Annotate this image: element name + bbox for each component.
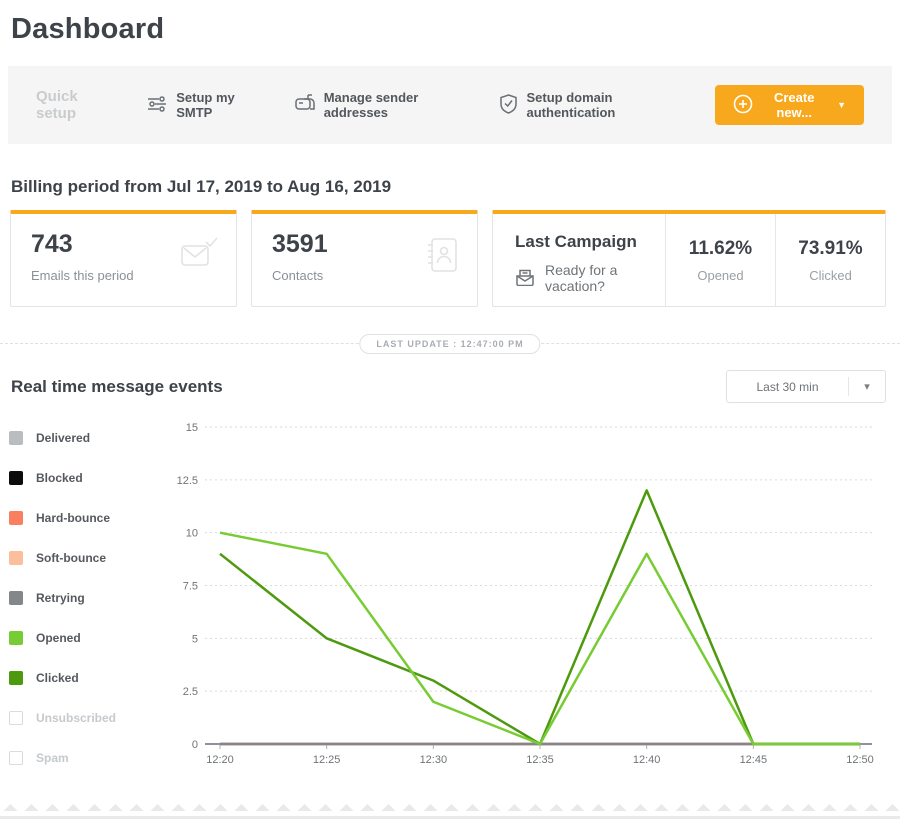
manage-sender-addresses-label: Manage sender addresses [324, 90, 463, 120]
setup-domain-authentication-link[interactable]: Setup domain authentication [499, 90, 680, 120]
realtime-events-title: Real time message events [11, 377, 223, 397]
create-new-button[interactable]: Create new... ▼ [715, 85, 864, 125]
time-range-value: Last 30 min [727, 380, 848, 394]
setup-smtp-link[interactable]: Setup my SMTP [147, 90, 258, 120]
shield-check-icon [499, 94, 518, 117]
legend-item-blocked[interactable]: Blocked [9, 471, 170, 485]
legend-item-opened[interactable]: Opened [9, 631, 170, 645]
opened-stat: 11.62% Opened [665, 214, 775, 306]
clicked-stat: 73.91% Clicked [775, 214, 885, 306]
contacts-card: 3591 Contacts [251, 210, 478, 307]
legend-item-spam[interactable]: Spam [9, 751, 170, 765]
last-campaign-name[interactable]: Ready for a vacation? [545, 262, 655, 294]
emails-card: 743 Emails this period [10, 210, 237, 307]
events-chart: 0 2.5 5 7.5 10 12.5 15 12:20 12:25 12:30 12:35 12:4… [170, 417, 892, 769]
setup-smtp-label: Setup my SMTP [176, 90, 258, 120]
legend-swatch [9, 751, 23, 765]
svg-text:10: 10 [186, 528, 198, 540]
legend-swatch [9, 631, 23, 645]
last-update-badge: LAST UPDATE : 12:47:00 PM [359, 334, 540, 354]
opened-label: Opened [697, 268, 743, 283]
chevron-down-icon: ▼ [837, 100, 846, 110]
svg-text:12:30: 12:30 [420, 754, 448, 766]
last-campaign-card: Last Campaign Ready for a vacation? 11.6… [492, 210, 886, 307]
legend-swatch [9, 511, 23, 525]
contacts-book-icon [425, 236, 461, 279]
legend-label: Blocked [36, 471, 83, 485]
clicked-value: 73.91% [798, 238, 862, 260]
svg-text:12:50: 12:50 [846, 754, 874, 766]
legend-item-soft-bounce[interactable]: Soft-bounce [9, 551, 170, 565]
quick-setup-label: Quick setup [36, 88, 111, 122]
create-new-label: Create new... [762, 90, 826, 120]
setup-domain-authentication-label: Setup domain authentication [527, 90, 680, 120]
billing-cards: 743 Emails this period 3591 Contacts Las… [10, 210, 886, 307]
mailbox-icon [295, 94, 315, 116]
torn-edge-footer [0, 798, 900, 819]
quick-setup-bar: Quick setup Setup my SMTP Manage sender … [8, 66, 892, 144]
legend-item-hard-bounce[interactable]: Hard-bounce [9, 511, 170, 525]
legend-swatch [9, 591, 23, 605]
billing-period-heading: Billing period from Jul 17, 2019 to Aug … [11, 177, 900, 197]
svg-text:12:45: 12:45 [740, 754, 768, 766]
legend-swatch [9, 711, 23, 725]
chart-legend: Delivered Blocked Hard-bounce Soft-bounce Re… [0, 417, 170, 791]
last-campaign-title: Last Campaign [515, 232, 655, 252]
events-chart-section: Delivered Blocked Hard-bounce Soft-bounce Re… [0, 417, 900, 791]
svg-text:0: 0 [192, 739, 198, 751]
legend-label: Hard-bounce [36, 511, 110, 525]
zigzag-edge [0, 803, 900, 811]
envelope-letter-icon [515, 268, 535, 289]
legend-label: Clicked [36, 671, 79, 685]
legend-item-retrying[interactable]: Retrying [9, 591, 170, 605]
email-check-icon [178, 236, 220, 277]
svg-text:12:40: 12:40 [633, 754, 661, 766]
manage-sender-addresses-link[interactable]: Manage sender addresses [295, 90, 463, 120]
svg-text:2.5: 2.5 [183, 686, 198, 698]
legend-swatch [9, 471, 23, 485]
legend-item-clicked[interactable]: Clicked [9, 671, 170, 685]
svg-text:12.5: 12.5 [177, 475, 198, 487]
svg-text:12:25: 12:25 [313, 754, 341, 766]
svg-text:12:35: 12:35 [526, 754, 554, 766]
plus-circle-icon [733, 94, 753, 117]
legend-item-delivered[interactable]: Delivered [9, 431, 170, 445]
last-update-divider: LAST UPDATE : 12:47:00 PM [0, 343, 900, 344]
clicked-label: Clicked [809, 268, 852, 283]
legend-swatch [9, 431, 23, 445]
legend-swatch [9, 551, 23, 565]
svg-text:12:20: 12:20 [206, 754, 234, 766]
svg-text:5: 5 [192, 633, 198, 645]
last-campaign-main: Last Campaign Ready for a vacation? [493, 214, 665, 306]
svg-text:15: 15 [186, 422, 198, 434]
legend-label: Delivered [36, 431, 90, 445]
legend-swatch [9, 671, 23, 685]
legend-label: Retrying [36, 591, 85, 605]
chevron-down-icon: ▾ [849, 380, 885, 393]
legend-label: Unsubscribed [36, 711, 116, 725]
opened-value: 11.62% [689, 238, 752, 260]
legend-label: Opened [36, 631, 81, 645]
legend-item-unsubscribed[interactable]: Unsubscribed [9, 711, 170, 725]
svg-text:7.5: 7.5 [183, 581, 198, 593]
time-range-dropdown[interactable]: Last 30 min ▾ [726, 370, 886, 403]
page-title: Dashboard [11, 13, 900, 46]
legend-label: Spam [36, 751, 69, 765]
legend-label: Soft-bounce [36, 551, 106, 565]
sliders-icon [147, 95, 167, 116]
